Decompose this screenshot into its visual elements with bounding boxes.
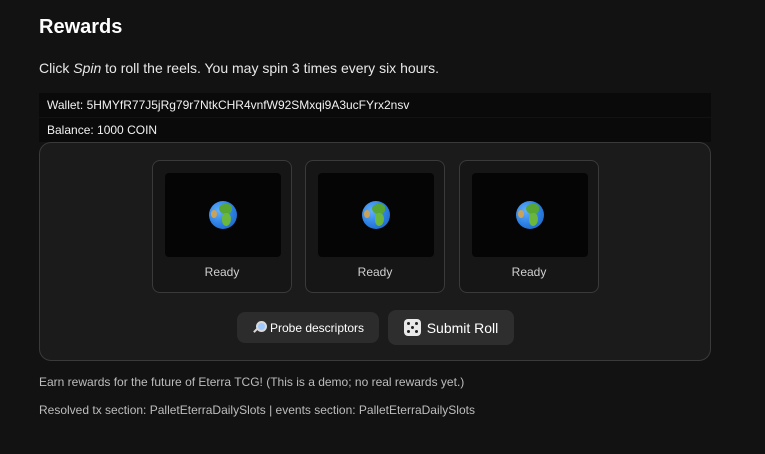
wallet-balance: Balance: 1000 COIN: [39, 118, 711, 142]
reel-status: Ready: [357, 265, 393, 279]
globe-icon: [362, 201, 390, 229]
resolved-sections-info: Resolved tx section: PalletEterraDailySl…: [39, 403, 475, 417]
submit-roll-label: Submit Roll: [426, 319, 499, 336]
instructions-prefix: Click: [39, 60, 74, 76]
reel-window: [165, 173, 281, 257]
demo-notice: Earn rewards for the future of Eterra TC…: [39, 375, 465, 389]
magnifier-icon: [252, 321, 267, 334]
globe-icon: [516, 201, 544, 229]
reel-1: Ready: [152, 160, 292, 293]
rewards-page: Rewards Click Spin to roll the reels. Yo…: [0, 0, 765, 454]
dice-icon: [403, 319, 421, 336]
page-title: Rewards: [39, 16, 123, 38]
instructions-suffix: to roll the reels. You may spin 3 times …: [101, 60, 439, 76]
instructions-text: Click Spin to roll the reels. You may sp…: [39, 60, 439, 76]
reel-window: [318, 173, 434, 257]
probe-descriptors-label: Probe descriptors: [269, 320, 365, 335]
reel-window: [472, 173, 588, 257]
globe-icon: [209, 201, 237, 229]
submit-roll-button[interactable]: Submit Roll: [388, 310, 514, 345]
slot-machine-panel: Ready Ready Ready Probe descriptors Subm…: [39, 142, 711, 361]
reel-2: Ready: [305, 160, 445, 293]
reel-status: Ready: [204, 265, 240, 279]
wallet-address: Wallet: 5HMYfR77J5jRg79r7NtkCHR4vnfW92SM…: [39, 93, 711, 117]
reel-status: Ready: [511, 265, 547, 279]
probe-descriptors-button[interactable]: Probe descriptors: [237, 312, 379, 343]
instructions-action: Spin: [73, 60, 102, 76]
reel-3: Ready: [459, 160, 599, 293]
